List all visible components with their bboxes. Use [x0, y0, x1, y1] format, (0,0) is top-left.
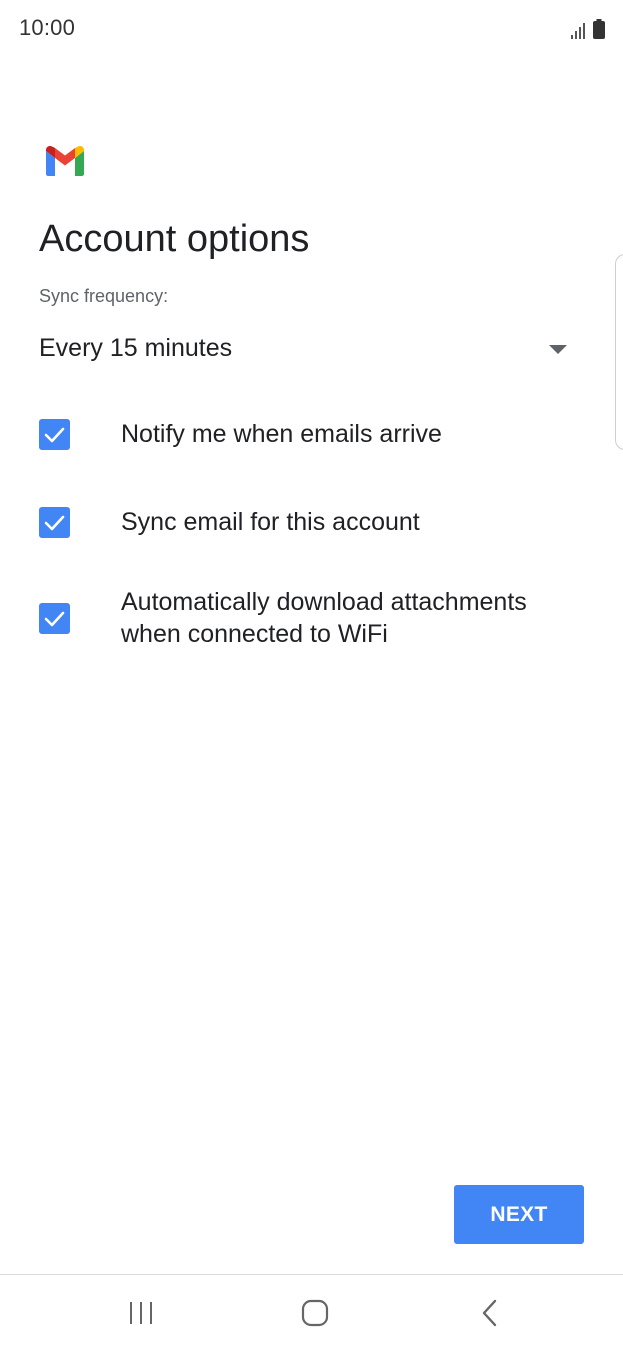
checkmark-icon — [44, 611, 65, 627]
sync-frequency-label: Sync frequency: — [39, 286, 169, 306]
notify-label: Notify me when emails arrive — [121, 420, 442, 448]
recent-apps-icon — [130, 1302, 152, 1324]
next-button[interactable]: NEXT — [454, 1185, 584, 1244]
notify-checkbox[interactable] — [39, 419, 70, 450]
option-notify-emails[interactable]: Notify me when emails arrive — [39, 418, 584, 450]
checkmark-icon — [44, 427, 65, 443]
page-title: Account options — [39, 218, 310, 260]
sync-frequency-value: Every 15 minutes — [39, 334, 233, 362]
status-icons — [571, 17, 605, 39]
gmail-logo-icon — [46, 146, 84, 176]
checkmark-icon — [44, 515, 65, 531]
signal-icon — [571, 23, 585, 39]
home-icon — [301, 1299, 329, 1327]
back-button[interactable] — [460, 1289, 520, 1337]
status-time: 10:00 — [19, 15, 76, 40]
option-auto-download[interactable]: Automatically download attachments when … — [39, 586, 584, 650]
option-sync-email[interactable]: Sync email for this account — [39, 506, 584, 538]
home-button[interactable] — [285, 1289, 345, 1337]
sync-email-label: Sync email for this account — [121, 508, 420, 536]
dropdown-arrow-icon — [549, 345, 567, 354]
recent-apps-button[interactable] — [111, 1289, 171, 1337]
navigation-bar — [0, 1275, 623, 1351]
battery-icon — [593, 19, 605, 39]
sync-frequency-dropdown[interactable]: Every 15 minutes — [39, 330, 573, 370]
status-bar: 10:00 — [0, 0, 623, 58]
sync-email-checkbox[interactable] — [39, 507, 70, 538]
back-icon — [482, 1299, 497, 1327]
side-scroll-handle[interactable] — [615, 254, 623, 450]
account-options-screen: 10:00 Account options Sync frequency: Ev… — [0, 0, 623, 1351]
auto-download-label: Automatically download attachments when … — [121, 588, 527, 648]
auto-download-checkbox[interactable] — [39, 603, 70, 634]
